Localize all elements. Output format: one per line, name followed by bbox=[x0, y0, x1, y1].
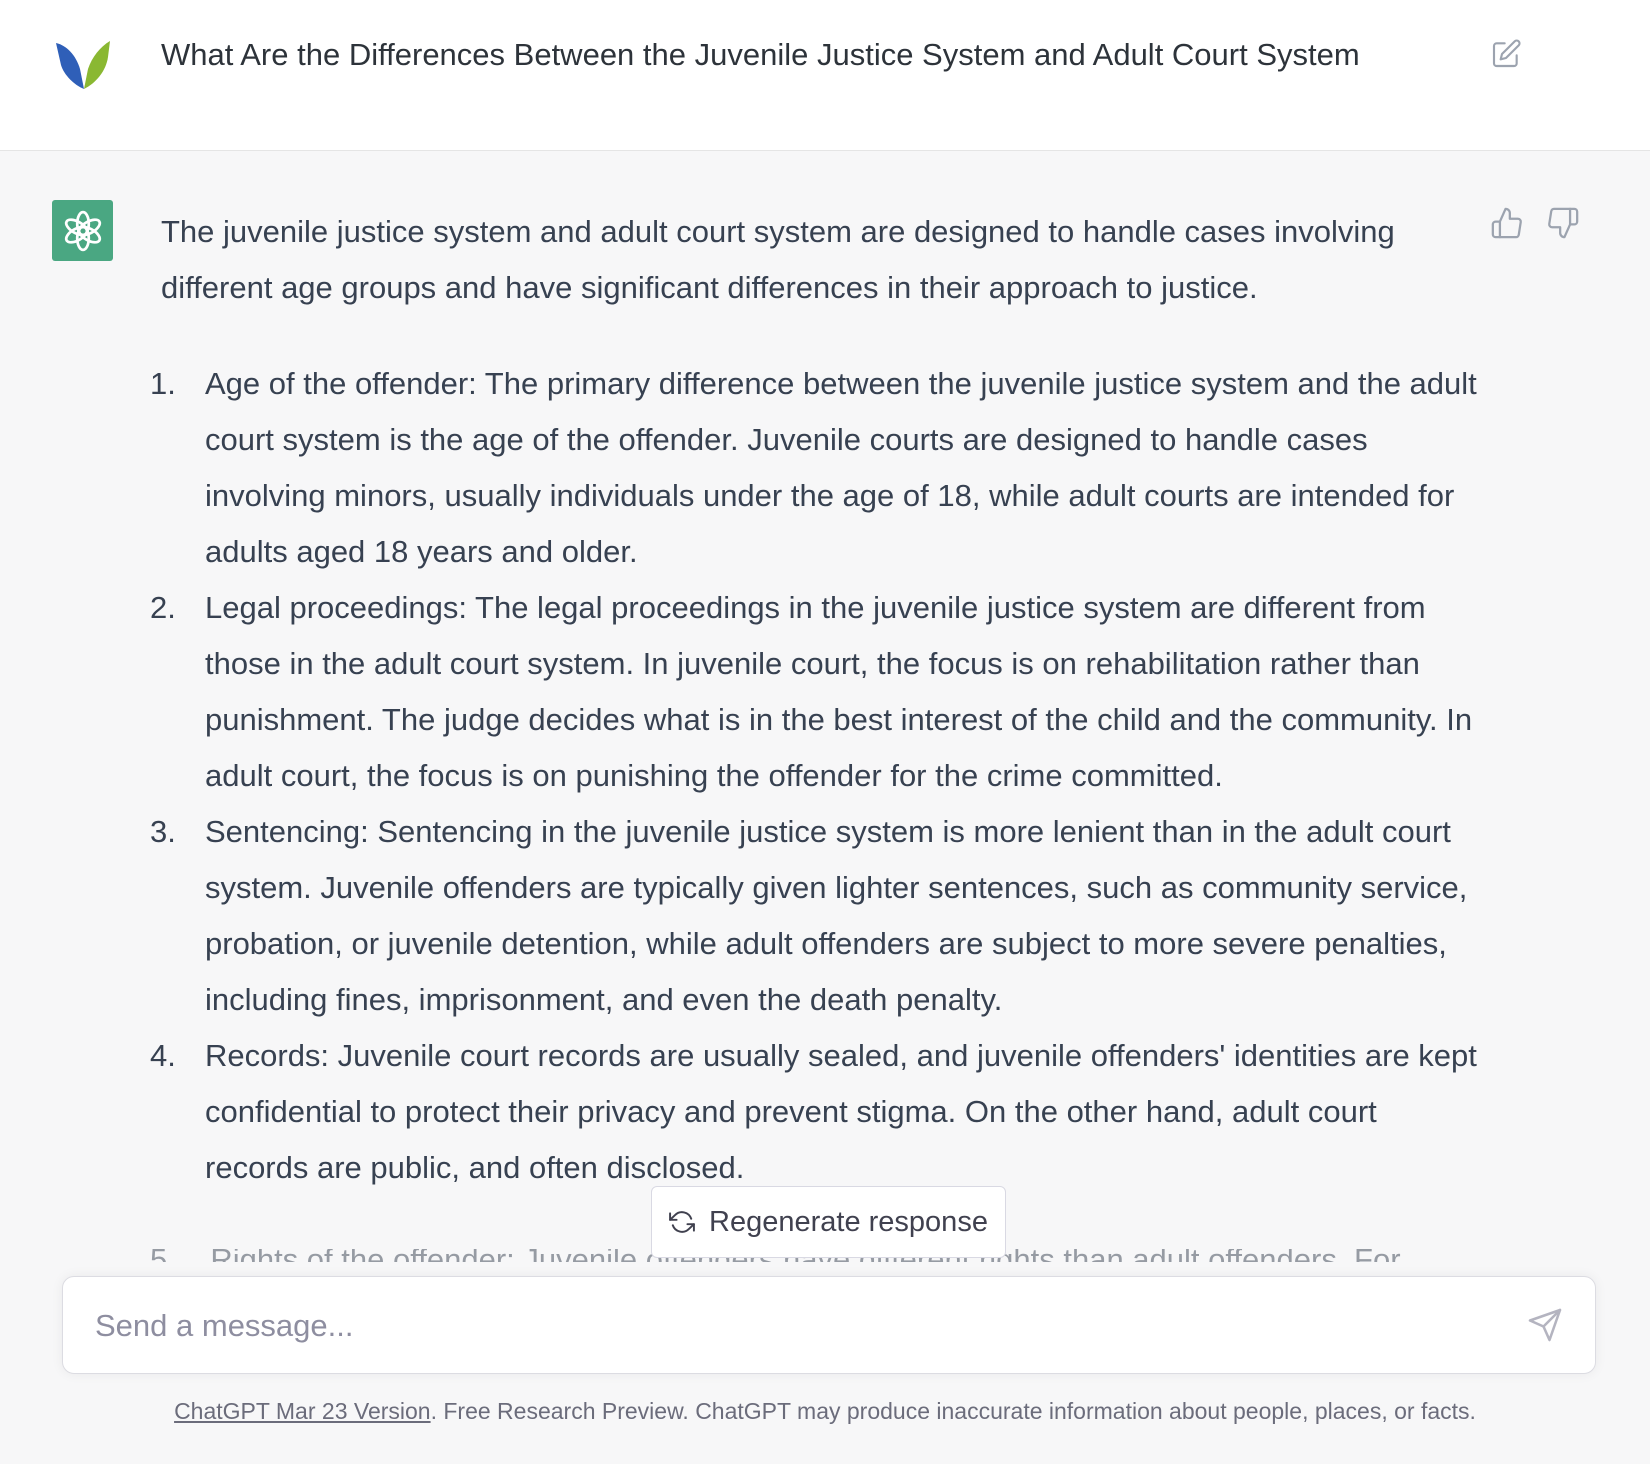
regenerate-button[interactable]: Regenerate response bbox=[651, 1186, 1006, 1258]
send-icon[interactable] bbox=[1527, 1307, 1563, 1343]
list-item: 2. Legal proceedings: The legal proceedi… bbox=[150, 580, 1481, 804]
list-item: 3. Sentencing: Sentencing in the juvenil… bbox=[150, 804, 1481, 1028]
list-text: Legal proceedings: The legal proceedings… bbox=[205, 590, 1473, 793]
list-number: 1. bbox=[150, 366, 176, 401]
response-intro: The juvenile justice system and adult co… bbox=[161, 214, 1395, 305]
openai-logo-icon bbox=[64, 210, 101, 251]
list-item: 4. Records: Juvenile court records are u… bbox=[150, 1028, 1481, 1196]
list-number: 2. bbox=[150, 590, 176, 625]
user-logo-icon bbox=[56, 41, 110, 89]
regenerate-label: Regenerate response bbox=[709, 1205, 988, 1238]
list-number: 4. bbox=[150, 1038, 176, 1073]
list-text: Sentencing: Sentencing in the juvenile j… bbox=[205, 814, 1468, 1017]
version-link[interactable]: ChatGPT Mar 23 Version bbox=[174, 1398, 431, 1424]
list-item: 1. Age of the offender: The primary diff… bbox=[150, 356, 1481, 580]
footer-disclaimer: ChatGPT Mar 23 Version. Free Research Pr… bbox=[0, 1398, 1650, 1425]
assistant-message-row: The juvenile justice system and adult co… bbox=[0, 151, 1650, 1271]
message-composer bbox=[62, 1276, 1596, 1374]
thumbs-up-icon[interactable] bbox=[1490, 206, 1524, 240]
message-input[interactable] bbox=[93, 1297, 1497, 1355]
disclaimer-text: . Free Research Preview. ChatGPT may pro… bbox=[430, 1398, 1476, 1424]
response-list: 1. Age of the offender: The primary diff… bbox=[150, 356, 1481, 1196]
edit-icon[interactable] bbox=[1490, 38, 1522, 70]
user-message-row: What Are the Differences Between the Juv… bbox=[0, 0, 1650, 151]
user-message-text: What Are the Differences Between the Juv… bbox=[161, 37, 1360, 72]
assistant-response: The juvenile justice system and adult co… bbox=[150, 204, 1481, 1196]
list-number: 3. bbox=[150, 814, 176, 849]
assistant-avatar bbox=[52, 200, 113, 261]
thumbs-down-icon[interactable] bbox=[1546, 206, 1580, 240]
list-text: Records: Juvenile court records are usua… bbox=[205, 1038, 1477, 1185]
list-text: Age of the offender: The primary differe… bbox=[205, 366, 1477, 569]
refresh-icon bbox=[669, 1211, 695, 1233]
